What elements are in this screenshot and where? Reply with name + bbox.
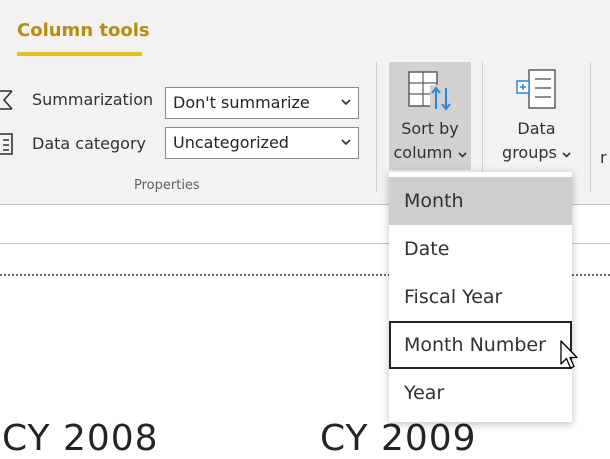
menu-item-date[interactable]: Date — [389, 225, 572, 273]
sort-by-label: Sort by — [401, 119, 459, 138]
summarization-label: Summarization — [32, 90, 154, 109]
tab-column-tools[interactable]: Column tools — [17, 20, 150, 41]
menu-item-fiscal-year[interactable]: Fiscal Year — [389, 273, 572, 321]
menu-item-month-number[interactable]: Month Number — [389, 321, 572, 369]
year-label: CY 2009 — [320, 418, 477, 459]
data-category-value: Uncategorized — [173, 133, 289, 152]
data-category-label: Data category — [32, 134, 146, 153]
clipped-ribbon-text: r — [600, 148, 607, 167]
sort-by-column-menu: Month Date Fiscal Year Month Number Year — [389, 172, 572, 422]
sort-by-column-button[interactable]: Sort by column — [389, 62, 471, 170]
data-groups-label: Data — [517, 119, 556, 138]
properties-group-label: Properties — [134, 178, 200, 193]
menu-item-year[interactable]: Year — [389, 369, 572, 417]
sort-by-column-text: column — [393, 143, 453, 162]
chevron-down-icon — [341, 99, 351, 106]
mouse-cursor-icon — [560, 340, 578, 369]
menu-item-month[interactable]: Month — [389, 177, 572, 225]
data-category-dropdown[interactable]: Uncategorized — [165, 127, 359, 159]
data-groups-text: groups — [502, 143, 557, 162]
summarization-dropdown[interactable]: Don't summarize — [165, 87, 359, 119]
active-tab-underline — [17, 52, 142, 56]
sort-by-label-line2: column — [389, 143, 471, 162]
data-groups-icon — [516, 69, 556, 109]
year-label: CY 2008 — [2, 418, 159, 459]
group-separator — [590, 62, 591, 192]
group-separator — [376, 62, 377, 192]
summation-icon — [0, 90, 13, 110]
chevron-down-icon — [341, 139, 351, 146]
sort-by-column-icon — [408, 71, 452, 111]
data-groups-button[interactable]: Data groups — [490, 62, 583, 170]
chevron-down-icon — [562, 152, 571, 158]
data-category-icon — [0, 133, 13, 155]
summarization-value: Don't summarize — [173, 93, 310, 112]
data-groups-label-line2: groups — [490, 143, 583, 162]
chevron-down-icon — [457, 152, 467, 158]
